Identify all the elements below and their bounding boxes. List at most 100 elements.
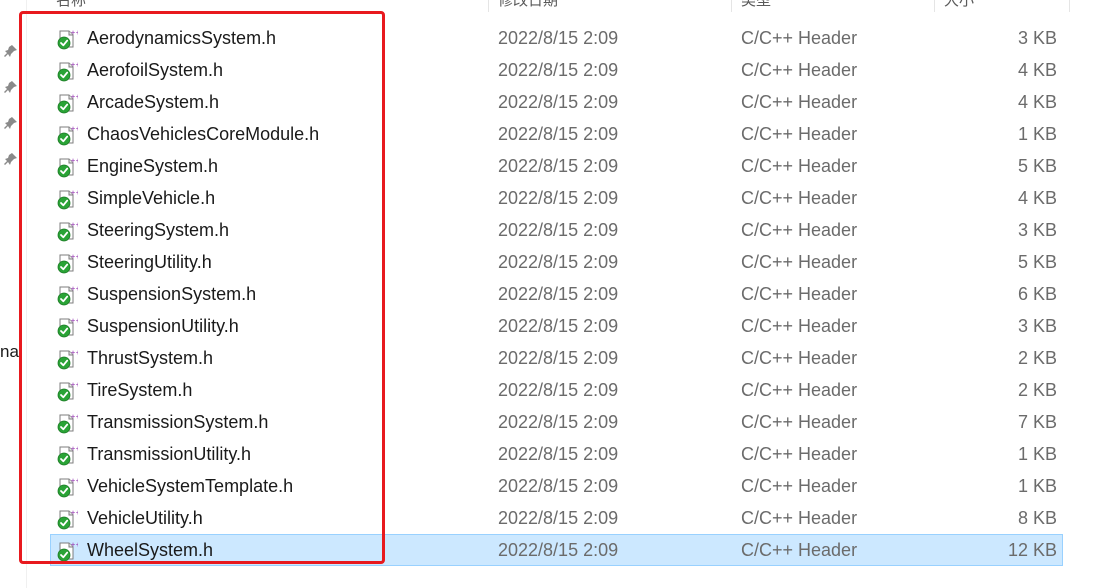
svg-text:++: ++ — [71, 158, 79, 165]
cpp-header-icon: ++ — [56, 124, 81, 146]
file-type: C/C++ Header — [741, 188, 858, 208]
file-size: 5 KB — [1017, 156, 1057, 176]
file-size: 1 KB — [1017, 476, 1057, 496]
column-header-date[interactable]: 修改日期 — [498, 0, 558, 10]
navigation-pane: na — [0, 0, 27, 588]
file-row[interactable]: ++ ThrustSystem.h 2022/8/15 2:09 C/C++ Head… — [50, 342, 1063, 374]
cpp-header-icon: ++ — [56, 316, 81, 338]
cpp-header-icon: ++ — [56, 156, 81, 178]
cpp-header-icon: ++ — [56, 284, 81, 306]
file-type: C/C++ Header — [741, 412, 858, 432]
svg-text:++: ++ — [71, 190, 79, 197]
file-name: TransmissionUtility.h — [87, 444, 252, 464]
column-divider[interactable] — [1069, 0, 1070, 12]
file-date-modified: 2022/8/15 2:09 — [498, 124, 619, 144]
file-date-modified: 2022/8/15 2:09 — [498, 508, 619, 528]
column-divider[interactable] — [488, 0, 489, 12]
nav-item-label[interactable]: na — [0, 342, 22, 362]
file-name: SuspensionSystem.h — [87, 284, 257, 304]
file-date-modified: 2022/8/15 2:09 — [498, 476, 619, 496]
file-size: 6 KB — [1017, 284, 1057, 304]
column-header-size[interactable]: 大小 — [944, 0, 974, 10]
file-date-modified: 2022/8/15 2:09 — [498, 156, 619, 176]
svg-text:++: ++ — [71, 382, 79, 389]
column-header-type[interactable]: 类型 — [741, 0, 771, 10]
file-date-modified: 2022/8/15 2:09 — [498, 380, 619, 400]
file-row[interactable]: ++ ChaosVehiclesCoreModule.h 2022/8/15 2:0… — [50, 118, 1063, 150]
file-size: 4 KB — [1017, 60, 1057, 80]
svg-text:++: ++ — [71, 222, 79, 229]
file-size: 5 KB — [1017, 252, 1057, 272]
file-name: SteeringSystem.h — [87, 220, 230, 240]
file-size: 1 KB — [1017, 444, 1057, 464]
file-row[interactable]: ++ SimpleVehicle.h 2022/8/15 2:09 C/C++ Hea… — [50, 182, 1063, 214]
file-type: C/C++ Header — [741, 220, 858, 240]
column-divider[interactable] — [731, 0, 732, 12]
file-date-modified: 2022/8/15 2:09 — [498, 92, 619, 112]
file-type: C/C++ Header — [741, 540, 858, 560]
file-type: C/C++ Header — [741, 476, 858, 496]
file-row[interactable]: ++ ArcadeSystem.h 2022/8/15 2:09 C/C++ Head… — [50, 86, 1063, 118]
file-name: VehicleUtility.h — [87, 508, 203, 528]
file-name: AerodynamicsSystem.h — [87, 28, 277, 48]
svg-text:++: ++ — [71, 94, 79, 101]
file-row[interactable]: ++ TransmissionSystem.h 2022/8/15 2:09 C/C+… — [50, 406, 1063, 438]
file-type: C/C++ Header — [741, 156, 858, 176]
file-type: C/C++ Header — [741, 252, 858, 272]
cpp-header-icon: ++ — [56, 92, 81, 114]
file-row[interactable]: ++ VehicleUtility.h 2022/8/15 2:09 C/C++ He… — [50, 502, 1063, 534]
file-row[interactable]: ++ EngineSystem.h 2022/8/15 2:09 C/C++ Head… — [50, 150, 1063, 182]
svg-text:++: ++ — [71, 62, 79, 69]
file-size: 3 KB — [1017, 28, 1057, 48]
file-row[interactable]: ++ SteeringUtility.h 2022/8/15 2:09 C/C++ H… — [50, 246, 1063, 278]
file-row[interactable]: ++ AerodynamicsSystem.h 2022/8/15 2:09 C/C+… — [50, 22, 1063, 54]
svg-text:++: ++ — [71, 510, 79, 517]
file-row[interactable]: ++ AerofoilSystem.h 2022/8/15 2:09 C/C++ He… — [50, 54, 1063, 86]
column-divider[interactable] — [934, 0, 935, 12]
cpp-header-icon: ++ — [56, 412, 81, 434]
file-type: C/C++ Header — [741, 28, 858, 48]
file-row[interactable]: ++ SuspensionUtility.h 2022/8/15 2:09 C/C++… — [50, 310, 1063, 342]
file-name: ThrustSystem.h — [87, 348, 214, 368]
file-type: C/C++ Header — [741, 60, 858, 80]
svg-text:++: ++ — [71, 478, 79, 485]
file-type: C/C++ Header — [741, 92, 858, 112]
file-row[interactable]: ++ VehicleSystemTemplate.h 2022/8/15 2:09 C… — [50, 470, 1063, 502]
svg-text:++: ++ — [71, 126, 79, 133]
column-header-name[interactable]: 名称 — [56, 0, 86, 10]
svg-text:++: ++ — [71, 318, 79, 325]
file-date-modified: 2022/8/15 2:09 — [498, 540, 619, 560]
cpp-header-icon: ++ — [56, 252, 81, 274]
pin-icon[interactable] — [4, 152, 18, 166]
file-type: C/C++ Header — [741, 380, 858, 400]
cpp-header-icon: ++ — [56, 540, 81, 562]
file-name: EngineSystem.h — [87, 156, 219, 176]
file-name: VehicleSystemTemplate.h — [87, 476, 294, 496]
file-date-modified: 2022/8/15 2:09 — [498, 28, 619, 48]
file-row[interactable]: ++ TransmissionUtility.h 2022/8/15 2:09 C/C… — [50, 438, 1063, 470]
svg-text:++: ++ — [71, 286, 79, 293]
file-date-modified: 2022/8/15 2:09 — [498, 284, 619, 304]
file-name: WheelSystem.h — [87, 540, 214, 560]
file-name: SimpleVehicle.h — [87, 188, 216, 208]
pin-icon[interactable] — [4, 80, 18, 94]
file-row[interactable]: ++ SuspensionSystem.h 2022/8/15 2:09 C/C++ … — [50, 278, 1063, 310]
file-size: 2 KB — [1017, 348, 1057, 368]
file-row[interactable]: ++ SteeringSystem.h 2022/8/15 2:09 C/C++ He… — [50, 214, 1063, 246]
file-type: C/C++ Header — [741, 348, 858, 368]
file-name: ChaosVehiclesCoreModule.h — [87, 124, 320, 144]
file-row[interactable]: ++ TireSystem.h 2022/8/15 2:09 C/C++ Header… — [50, 374, 1063, 406]
file-size: 4 KB — [1017, 92, 1057, 112]
file-size: 3 KB — [1017, 220, 1057, 240]
file-date-modified: 2022/8/15 2:09 — [498, 348, 619, 368]
cpp-header-icon: ++ — [56, 60, 81, 82]
pin-icon[interactable] — [4, 116, 18, 130]
file-date-modified: 2022/8/15 2:09 — [498, 412, 619, 432]
pin-icon[interactable] — [4, 44, 18, 58]
file-date-modified: 2022/8/15 2:09 — [498, 316, 619, 336]
cpp-header-icon: ++ — [56, 188, 81, 210]
file-name: TransmissionSystem.h — [87, 412, 269, 432]
cpp-header-icon: ++ — [56, 444, 81, 466]
file-row[interactable]: ++ WheelSystem.h 2022/8/15 2:09 C/C++ Heade… — [50, 534, 1063, 566]
cpp-header-icon: ++ — [56, 220, 81, 242]
